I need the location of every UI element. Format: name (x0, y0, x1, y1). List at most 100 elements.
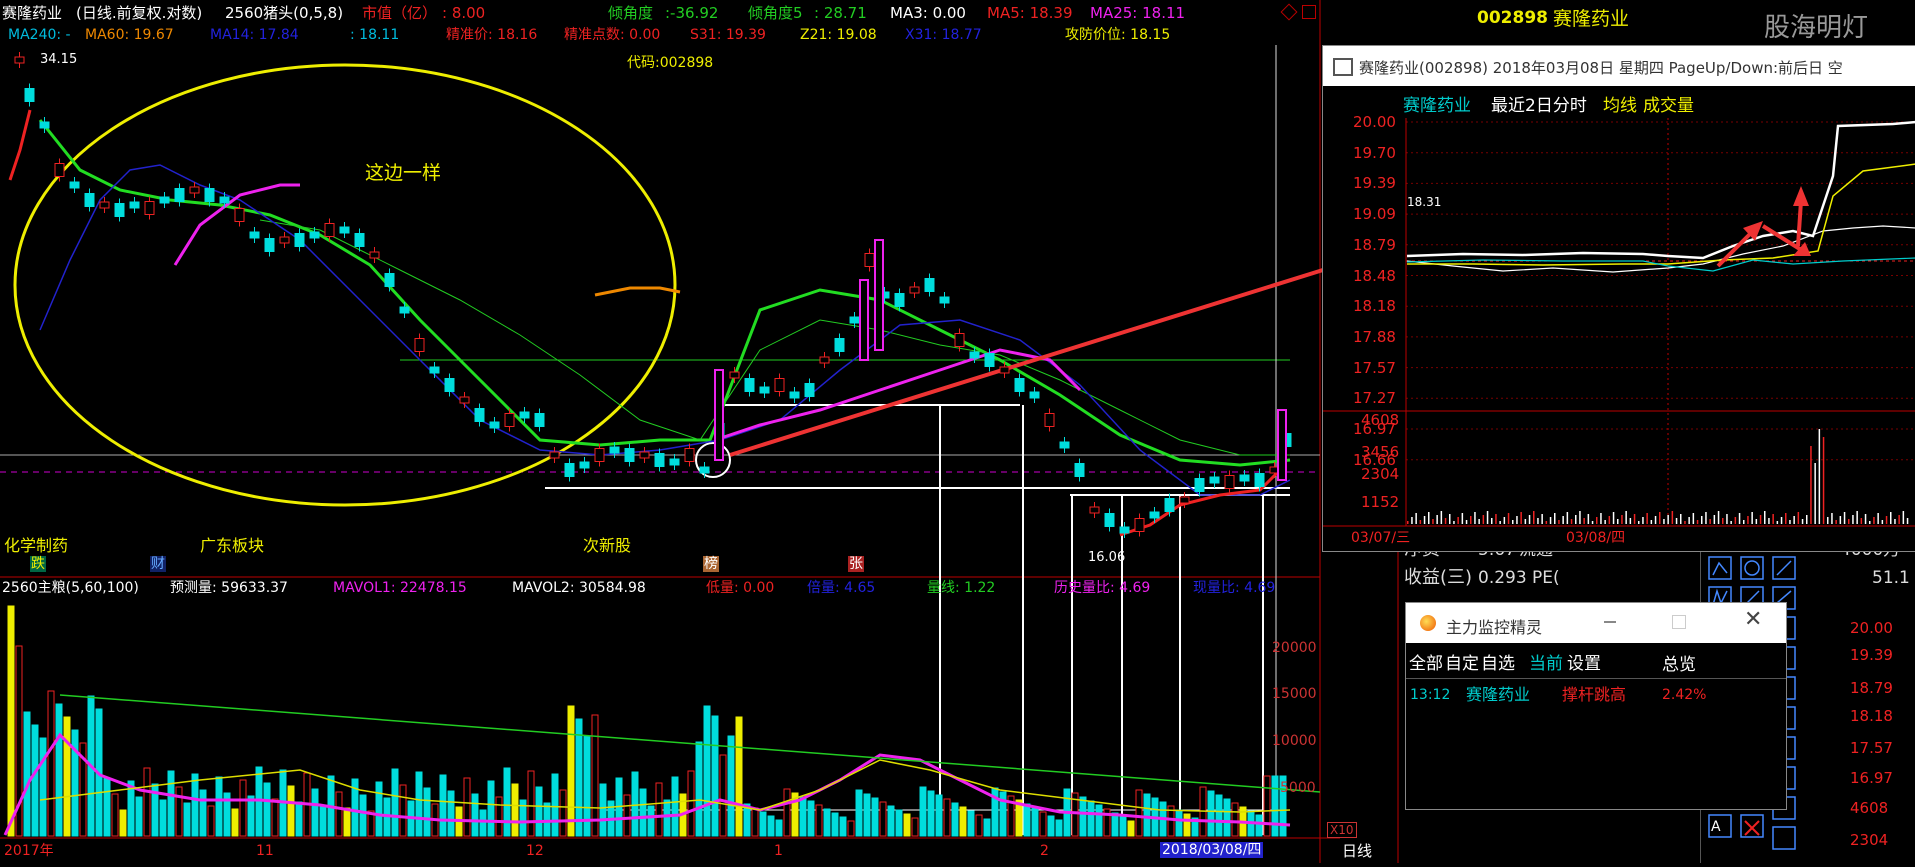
badge-bang[interactable]: 榜 (703, 556, 719, 572)
volume-bar (975, 814, 983, 837)
intraday-vol-bar (1772, 514, 1774, 524)
volume-bar (1207, 790, 1215, 837)
intraday-vol-bar (1495, 514, 1497, 524)
candlestick (99, 201, 110, 209)
volume-bar (23, 711, 31, 837)
monitor-overview[interactable]: 总览 (1662, 655, 1696, 675)
monitor-tab-0[interactable]: 全部 (1409, 654, 1443, 674)
volume-bar (135, 796, 143, 837)
candlestick-large (874, 239, 884, 351)
volume-title[interactable]: 2560主粮(5,60,100) (2, 580, 139, 596)
volume-bar (999, 791, 1007, 837)
volume-bar (655, 782, 663, 837)
volume-bar (1231, 802, 1239, 837)
intraday-vol-bar (1575, 515, 1577, 524)
volume-bar (1143, 793, 1151, 837)
intraday-chart[interactable] (1323, 46, 1915, 551)
monitor-tab-1[interactable]: 自定 (1445, 654, 1479, 674)
volume-bar (951, 802, 959, 837)
intraday-vol-bar (1738, 513, 1741, 524)
candlestick (279, 236, 290, 244)
candlestick (729, 371, 740, 379)
intraday-vol-bar (1545, 521, 1548, 524)
volume-bar (775, 819, 783, 837)
badge-die[interactable]: 跌 (30, 556, 46, 572)
volume-bar (1263, 775, 1271, 837)
tag-new-stock[interactable]: 次新股 (583, 538, 631, 554)
intraday-vol-bar (1780, 517, 1783, 524)
candlestick (114, 203, 125, 217)
monitor-tab-3[interactable]: 当前 (1529, 654, 1563, 674)
volume-bar (639, 788, 647, 837)
volume-bar (143, 767, 151, 837)
candlestick (1044, 413, 1055, 427)
maximize-icon[interactable] (1672, 615, 1686, 629)
candlestick (999, 366, 1010, 374)
volume-bar (935, 794, 943, 837)
candlestick (984, 353, 995, 367)
candlestick (1104, 513, 1115, 527)
volume-bar (39, 737, 47, 837)
panel-toggle-icon[interactable] (1302, 5, 1316, 19)
intraday-vol-bar (1885, 516, 1888, 524)
candlestick (234, 208, 245, 222)
intraday-vol-bar (1835, 520, 1837, 524)
volume-bar (495, 796, 503, 837)
candlestick (489, 421, 500, 429)
intraday-vol-bar (1877, 513, 1879, 524)
intraday-vol-bar (1902, 511, 1905, 524)
candlestick (774, 378, 785, 392)
monitor-popup[interactable]: 主力监控精灵 ✕ 总览 13:12 赛隆药业 撑杆跳高 2.42% (1405, 602, 1787, 810)
volume-bar (1135, 789, 1143, 837)
candlestick (744, 378, 755, 392)
monitor-row[interactable]: 13:12 赛隆药业 撑杆跳高 2.42% (1406, 685, 1786, 707)
intraday-vol-bar (1491, 518, 1493, 524)
intraday-vol-bar (1793, 516, 1795, 524)
intraday-vol-bar (1591, 521, 1594, 524)
candlestick (144, 201, 155, 215)
volume-bar (1023, 803, 1031, 837)
ma14-value: MA14: 17.84 (210, 27, 299, 43)
volume-bar (111, 793, 119, 837)
monitor-tab-2[interactable]: 自选 (1481, 654, 1515, 674)
candlestick (594, 448, 605, 462)
side-price-2: 18.79 (1850, 679, 1893, 697)
minimize-icon[interactable] (1604, 621, 1616, 623)
tab-daily[interactable]: 日线 (1342, 843, 1372, 859)
volume-bar (847, 820, 855, 837)
side-price-1: 19.39 (1850, 646, 1893, 664)
angle5-label: 倾角度5 (748, 4, 803, 22)
candlestick (1119, 526, 1130, 534)
candlestick (1074, 463, 1085, 477)
tag-chemical-pharma[interactable]: 化学制药 (4, 538, 68, 554)
volume-bar (831, 812, 839, 837)
intraday-vol-bar (1482, 515, 1485, 524)
intraday-vol-bar (1583, 518, 1585, 524)
candlestick (249, 231, 260, 239)
volume-bar (167, 770, 175, 837)
candlestick (1014, 378, 1025, 392)
intraday-vol-bar (1621, 515, 1623, 524)
volume-bar (247, 795, 255, 837)
volume-bar (911, 817, 919, 837)
intraday-vol-bar (1890, 512, 1892, 524)
chart-type[interactable]: (日线.前复权.对数) (76, 5, 202, 21)
ma25-value: MA25: 18.11 (1090, 4, 1186, 22)
badge-cai[interactable]: 财 (150, 556, 166, 572)
intraday-popup[interactable]: 赛隆药业(002898) 2018年03月08日 星期四 PageUp/Down… (1322, 45, 1915, 552)
vol-axis-x10[interactable]: X10 (1327, 822, 1357, 838)
volume-bar (567, 705, 575, 837)
badge-zhang[interactable]: 张 (848, 556, 864, 572)
monitor-tab-4[interactable]: 设置 (1567, 654, 1601, 674)
close-icon[interactable]: ✕ (1744, 607, 1762, 632)
low-volume: 低量: 0.00 (706, 580, 775, 596)
candlestick (264, 238, 275, 252)
intraday-vol-bar (1600, 513, 1602, 524)
tag-guangdong[interactable]: 广东板块 (200, 538, 264, 554)
volume-bar (1111, 812, 1119, 837)
candlestick-large (714, 369, 724, 461)
indicator-name[interactable]: 2560猪头(0,5,8) (225, 5, 343, 21)
monitor-title-bar[interactable]: 主力监控精灵 ✕ (1406, 603, 1786, 643)
intraday-vol-bar (1570, 519, 1573, 524)
volume-bar (479, 809, 487, 837)
